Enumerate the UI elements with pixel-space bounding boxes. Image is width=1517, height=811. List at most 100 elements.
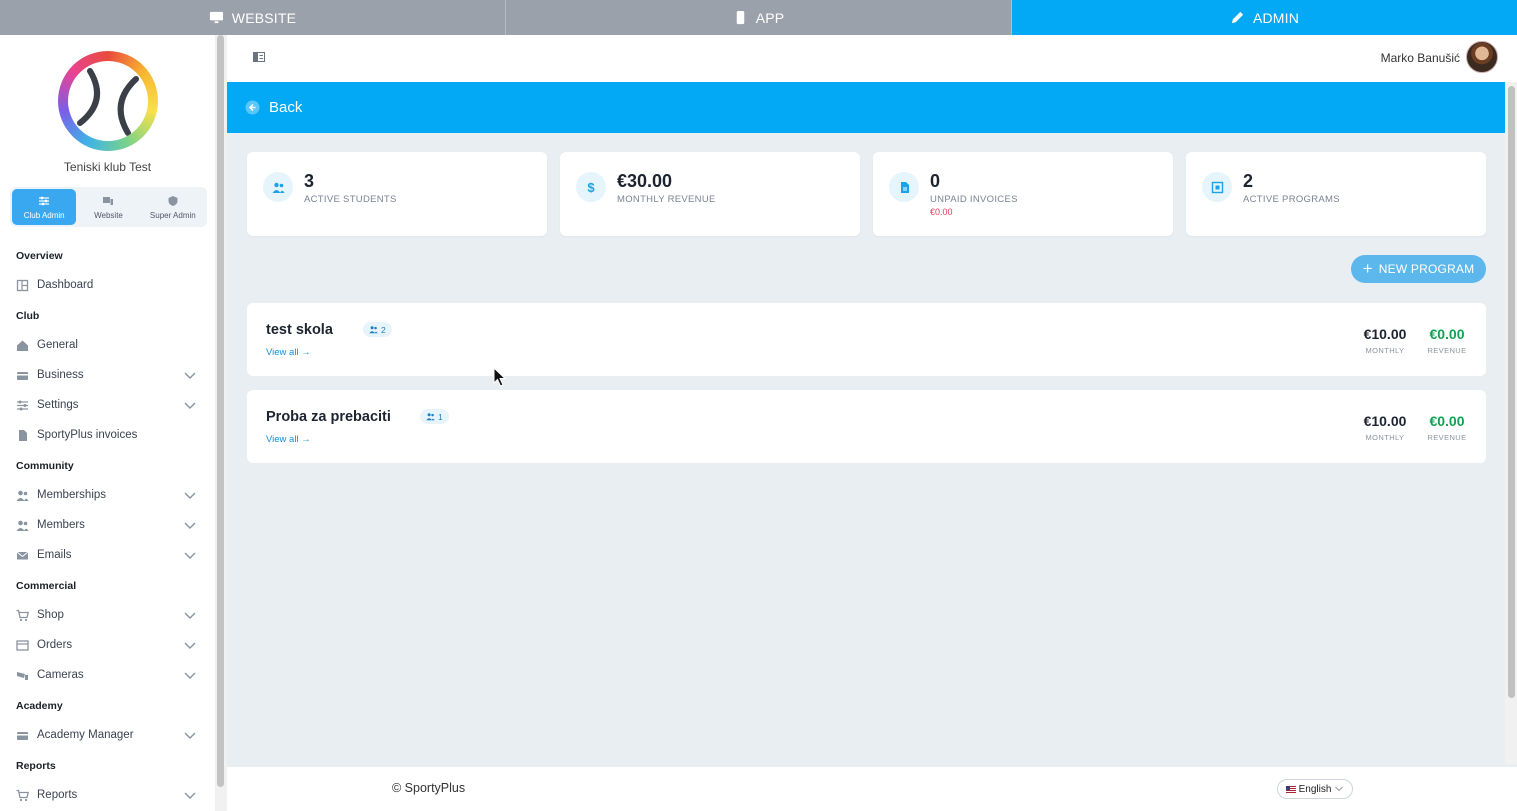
document-icon — [16, 429, 29, 442]
program-name: Proba za prebaciti — [266, 409, 391, 425]
chevron-down-icon[interactable] — [183, 638, 197, 652]
sidebar-item-label: Business — [37, 369, 84, 381]
user-name[interactable]: Marko Banušić — [1381, 51, 1460, 65]
sidebar-item-academy-manager[interactable]: Academy Manager — [0, 720, 215, 750]
monthly-label: MONTHLY — [1365, 346, 1405, 355]
plus-icon: + — [1362, 259, 1373, 278]
nav-section-reports: Reports — [16, 760, 56, 772]
users-icon — [426, 413, 435, 421]
view-all-link[interactable]: View all → — [266, 347, 311, 358]
language-select[interactable]: English — [1277, 779, 1353, 799]
stat-label: UNPAID INVOICES — [930, 194, 1018, 205]
sidebar-item-reports[interactable]: Reports — [0, 780, 215, 810]
sidebar-item-general[interactable]: General — [0, 330, 215, 360]
club-name: Teniski klub Test — [63, 160, 152, 174]
main-scrollbar[interactable] — [1505, 82, 1517, 764]
invoice-icon — [889, 172, 919, 202]
chevron-down-icon[interactable] — [183, 668, 197, 682]
sidebar-item-label: Academy Manager — [37, 729, 134, 741]
nav-section-overview: Overview — [16, 250, 63, 262]
sidebar-scrollbar-thumb[interactable] — [217, 35, 224, 787]
tab-website[interactable]: WEBSITE — [0, 0, 506, 35]
role-website[interactable]: Website — [76, 189, 140, 225]
sidebar-item-dashboard[interactable]: Dashboard — [0, 270, 215, 300]
chevron-down-icon[interactable] — [183, 518, 197, 532]
tab-website-label: WEBSITE — [231, 9, 297, 26]
stat-value: 0 — [930, 171, 941, 191]
sidebar-item-label: Reports — [37, 789, 78, 801]
nav-section-community: Community — [16, 460, 74, 472]
cart-icon — [16, 789, 29, 802]
us-flag-icon — [1285, 785, 1296, 793]
program-card[interactable]: test skola 2 View all → €10.00 MONTHLY €… — [247, 303, 1486, 376]
sidebar-item-settings[interactable]: Settings — [0, 390, 215, 420]
envelope-icon — [16, 549, 29, 562]
sidebar-item-label: Memberships — [37, 489, 107, 501]
new-program-button[interactable]: + NEW PROGRAM — [1351, 255, 1486, 283]
camera-icon — [16, 669, 29, 682]
monthly-value: €10.00 — [1363, 326, 1407, 342]
badge-count: 2 — [381, 324, 386, 335]
tab-admin[interactable]: ADMIN — [1012, 0, 1517, 35]
header: Marko Banušić — [227, 35, 1517, 82]
monthly-value: €10.00 — [1363, 413, 1407, 429]
sidebar-item-shop[interactable]: Shop — [0, 600, 215, 630]
avatar[interactable] — [1466, 41, 1498, 73]
stat-card-active-students: 3 ACTIVE STUDENTS — [247, 152, 547, 236]
nav-section-club: Club — [16, 310, 40, 322]
main-content: Marko Banušić Back 3 ACTIVE STUDENTS $ €… — [227, 35, 1517, 811]
role-super-admin[interactable]: Super Admin — [141, 189, 205, 225]
chevron-down-icon[interactable] — [183, 608, 197, 622]
sidebar-item-label: Settings — [37, 399, 79, 411]
sliders-icon — [16, 399, 29, 412]
shield-icon — [168, 195, 178, 206]
program-card[interactable]: Proba za prebaciti 1 View all → €10.00 M… — [247, 390, 1486, 463]
role-club-admin[interactable]: Club Admin — [12, 189, 77, 225]
users-icon — [369, 326, 378, 334]
sidebar-item-members[interactable]: Members — [0, 510, 215, 540]
copyright: © SportyPlus — [392, 781, 466, 795]
sidebar-item-cameras[interactable]: Cameras — [0, 660, 215, 690]
main-scrollbar-thumb[interactable] — [1508, 86, 1515, 698]
card-icon — [16, 729, 29, 742]
back-button[interactable]: Back — [227, 82, 1505, 133]
students-count-badge: 2 — [363, 322, 392, 337]
sidebar-scrollbar[interactable] — [215, 35, 227, 811]
stat-label: ACTIVE STUDENTS — [304, 194, 397, 205]
chevron-down-icon[interactable] — [183, 728, 197, 742]
sidebar-item-sportyplus-invoices[interactable]: SportyPlus invoices — [0, 420, 215, 450]
sidebar-item-label: Shop — [37, 609, 64, 621]
sidebar-item-memberships[interactable]: Memberships — [0, 480, 215, 510]
chevron-down-icon[interactable] — [183, 488, 197, 502]
devices-icon — [103, 196, 114, 205]
sidebar-item-orders[interactable]: Orders — [0, 630, 215, 660]
revenue-value: €0.00 — [1429, 326, 1465, 342]
phone-icon — [736, 10, 744, 25]
role-label: Website — [94, 210, 123, 220]
program-revenue: €0.00 REVENUE — [1421, 413, 1473, 442]
program-name: test skola — [266, 322, 333, 338]
stat-subvalue: €0.00 — [930, 207, 953, 217]
users-icon — [16, 519, 29, 532]
revenue-label: REVENUE — [1427, 433, 1467, 442]
chevron-down-icon[interactable] — [183, 548, 197, 562]
users-icon — [16, 489, 29, 502]
card-icon — [16, 369, 29, 382]
mouse-cursor-icon — [493, 367, 507, 387]
sidebar-item-emails[interactable]: Emails — [0, 540, 215, 570]
tab-app[interactable]: APP — [506, 0, 1012, 35]
cart-icon — [16, 609, 29, 622]
arrow-left-circle-icon — [245, 100, 260, 115]
stat-label: MONTHLY REVENUE — [617, 194, 716, 205]
chevron-down-icon[interactable] — [183, 788, 197, 802]
program-revenue: €0.00 REVENUE — [1421, 326, 1473, 355]
revenue-label: REVENUE — [1427, 346, 1467, 355]
sidebar-toggle-icon[interactable] — [253, 52, 265, 62]
nav-section-academy: Academy — [16, 700, 63, 712]
sidebar-item-business[interactable]: Business — [0, 360, 215, 390]
view-all-link[interactable]: View all → — [266, 434, 311, 445]
pencil-icon — [1231, 11, 1244, 24]
chevron-down-icon[interactable] — [183, 368, 197, 382]
chevron-down-icon[interactable] — [183, 398, 197, 412]
stat-card-unpaid-invoices: 0 UNPAID INVOICES €0.00 — [873, 152, 1173, 236]
